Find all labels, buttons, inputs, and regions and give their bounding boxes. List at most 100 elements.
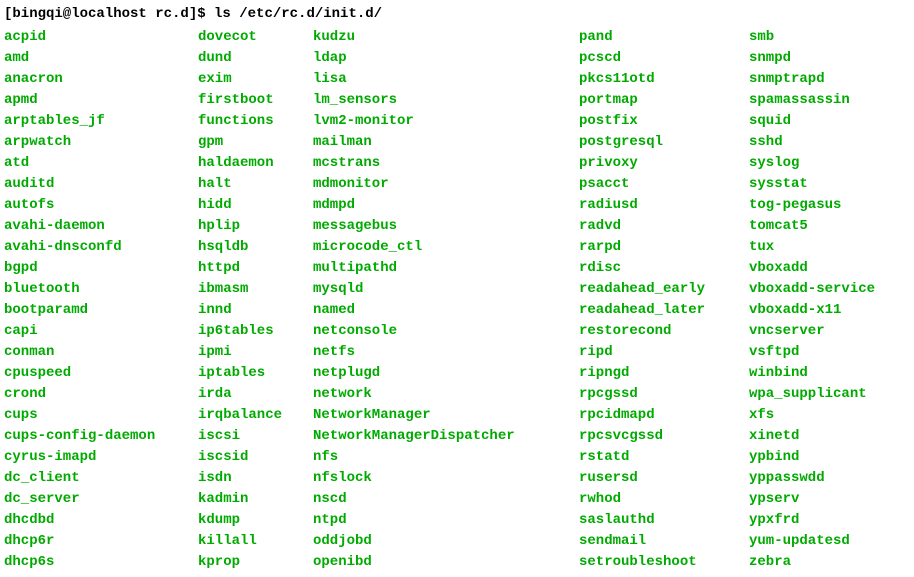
file-entry: netfs — [313, 342, 579, 363]
file-entry: irda — [198, 384, 313, 405]
file-entry: kprop — [198, 552, 313, 573]
file-entry: capi — [4, 321, 198, 342]
file-entry: radvd — [579, 216, 749, 237]
file-entry: dhcp6r — [4, 531, 198, 552]
file-entry: httpd — [198, 258, 313, 279]
file-entry: vncserver — [749, 321, 899, 342]
file-entry: winbind — [749, 363, 899, 384]
file-entry: bootparamd — [4, 300, 198, 321]
file-entry: smb — [749, 27, 899, 48]
file-entry: ypserv — [749, 489, 899, 510]
file-entry: kudzu — [313, 27, 579, 48]
file-entry: exim — [198, 69, 313, 90]
file-entry: sshd — [749, 132, 899, 153]
file-entry: pkcs11otd — [579, 69, 749, 90]
file-entry: nfslock — [313, 468, 579, 489]
file-entry: sendmail — [579, 531, 749, 552]
file-entry: crond — [4, 384, 198, 405]
file-entry: arpwatch — [4, 132, 198, 153]
file-entry: psacct — [579, 174, 749, 195]
file-entry: tux — [749, 237, 899, 258]
file-entry: openibd — [313, 552, 579, 573]
file-entry: firstboot — [198, 90, 313, 111]
file-entry: snmpd — [749, 48, 899, 69]
file-entry: mdmpd — [313, 195, 579, 216]
file-entry: nscd — [313, 489, 579, 510]
file-entry: ypbind — [749, 447, 899, 468]
file-entry: mdmonitor — [313, 174, 579, 195]
file-entry: rpcidmapd — [579, 405, 749, 426]
file-entry: rarpd — [579, 237, 749, 258]
file-entry: kadmin — [198, 489, 313, 510]
file-entry: xfs — [749, 405, 899, 426]
file-entry: vsftpd — [749, 342, 899, 363]
file-entry: portmap — [579, 90, 749, 111]
file-entry: nfs — [313, 447, 579, 468]
file-entry: NetworkManager — [313, 405, 579, 426]
file-entry: iscsid — [198, 447, 313, 468]
file-entry: tomcat5 — [749, 216, 899, 237]
file-entry: oddjobd — [313, 531, 579, 552]
file-entry: yppasswdd — [749, 468, 899, 489]
file-entry: lisa — [313, 69, 579, 90]
file-entry: hplip — [198, 216, 313, 237]
file-entry: vboxadd — [749, 258, 899, 279]
file-entry: avahi-daemon — [4, 216, 198, 237]
file-entry: spamassassin — [749, 90, 899, 111]
file-entry: auditd — [4, 174, 198, 195]
file-entry: netconsole — [313, 321, 579, 342]
directory-listing: acpidamdanacronapmdarptables_jfarpwatcha… — [4, 27, 910, 573]
listing-column-1: acpidamdanacronapmdarptables_jfarpwatcha… — [4, 27, 198, 573]
file-entry: tog-pegasus — [749, 195, 899, 216]
file-entry: kdump — [198, 510, 313, 531]
file-entry: pand — [579, 27, 749, 48]
file-entry: arptables_jf — [4, 111, 198, 132]
file-entry: rusersd — [579, 468, 749, 489]
file-entry: squid — [749, 111, 899, 132]
file-entry: messagebus — [313, 216, 579, 237]
file-entry: hsqldb — [198, 237, 313, 258]
file-entry: dhcp6s — [4, 552, 198, 573]
file-entry: iptables — [198, 363, 313, 384]
file-entry: readahead_early — [579, 279, 749, 300]
file-entry: innd — [198, 300, 313, 321]
file-entry: xinetd — [749, 426, 899, 447]
file-entry: atd — [4, 153, 198, 174]
file-entry: saslauthd — [579, 510, 749, 531]
file-entry: avahi-dnsconfd — [4, 237, 198, 258]
file-entry: dhcdbd — [4, 510, 198, 531]
file-entry: dund — [198, 48, 313, 69]
file-entry: halt — [198, 174, 313, 195]
file-entry: ip6tables — [198, 321, 313, 342]
file-entry: setroubleshoot — [579, 552, 749, 573]
file-entry: rdisc — [579, 258, 749, 279]
file-entry: ripngd — [579, 363, 749, 384]
file-entry: mailman — [313, 132, 579, 153]
file-entry: netplugd — [313, 363, 579, 384]
file-entry: zebra — [749, 552, 899, 573]
file-entry: autofs — [4, 195, 198, 216]
file-entry: killall — [198, 531, 313, 552]
file-entry: ldap — [313, 48, 579, 69]
file-entry: lm_sensors — [313, 90, 579, 111]
file-entry: vboxadd-service — [749, 279, 899, 300]
file-entry: apmd — [4, 90, 198, 111]
file-entry: lvm2-monitor — [313, 111, 579, 132]
file-entry: rwhod — [579, 489, 749, 510]
file-entry: iscsi — [198, 426, 313, 447]
file-entry: rstatd — [579, 447, 749, 468]
file-entry: multipathd — [313, 258, 579, 279]
file-entry: yum-updatesd — [749, 531, 899, 552]
file-entry: pcscd — [579, 48, 749, 69]
file-entry: isdn — [198, 468, 313, 489]
file-entry: dc_server — [4, 489, 198, 510]
file-entry: dc_client — [4, 468, 198, 489]
file-entry: snmptrapd — [749, 69, 899, 90]
file-entry: NetworkManagerDispatcher — [313, 426, 579, 447]
file-entry: functions — [198, 111, 313, 132]
file-entry: readahead_later — [579, 300, 749, 321]
file-entry: amd — [4, 48, 198, 69]
file-entry: rpcsvcgssd — [579, 426, 749, 447]
file-entry: cups-config-daemon — [4, 426, 198, 447]
file-entry: syslog — [749, 153, 899, 174]
